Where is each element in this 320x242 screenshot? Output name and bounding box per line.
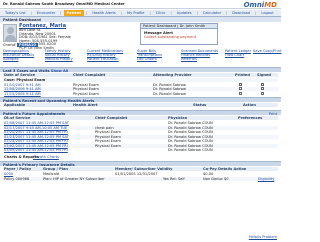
tab-patient[interactable]: Patient — [63, 10, 85, 16]
chart-number: Chart# FOMA10 — [3, 43, 38, 47]
message-alert-box: Patient Dashboard | Dr. John Smith Messa… — [140, 23, 218, 45]
main-nav: Today's List | Encounter | Patient | Hea… — [0, 10, 281, 17]
visits-title: Last 3 Cases and Visits Show All — [3, 68, 69, 73]
page-title: Patient Dashboard — [3, 17, 41, 22]
tab-encounter[interactable]: Encounter — [34, 10, 58, 16]
visits-header-row: Date of Service Chief Complaint Attendin… — [3, 73, 278, 78]
tab-clinic[interactable]: Clinic — [153, 10, 169, 16]
printed-checkbox[interactable] — [239, 82, 242, 86]
tab-my-profile[interactable]: My Profile — [124, 10, 148, 16]
signed-checkbox[interactable] — [261, 87, 264, 90]
link-referrals[interactable]: Referrals — [181, 57, 218, 61]
link-allergies[interactable]: Allergies — [3, 57, 34, 61]
printed-checkbox[interactable] — [239, 87, 242, 90]
links-col-6: Patient Ledger Flow Chart — [225, 49, 251, 57]
alerts-title: Patient's Recent and Upcoming Health Ale… — [3, 98, 95, 103]
alerts-section-header: Patient's Recent and Upcoming Health Ale… — [0, 97, 281, 103]
help-link[interactable]: Help/Is Problem — [249, 235, 277, 239]
print-link[interactable]: Print — [269, 112, 277, 116]
dashboard-header: Patient Dashboard — [0, 17, 281, 22]
omnimd-logo: OmniMD — [243, 1, 277, 9]
tab-logout[interactable]: Logout — [258, 10, 276, 16]
tab-download[interactable]: Download — [229, 10, 253, 16]
growth-charts-link[interactable]: Growth Charts — [33, 155, 59, 159]
tab-updates[interactable]: Updates — [174, 10, 195, 16]
appointments-title: Patient's Future Appointments — [3, 111, 66, 116]
link-lab-orders[interactable]: Lab Orders — [137, 57, 162, 61]
link-medical-history[interactable]: Medical History — [45, 57, 73, 61]
message-text: Collect outstanding payment — [144, 35, 197, 39]
printed-checkbox[interactable] — [239, 91, 242, 95]
quick-links: Demographics Insurance Details Allergies… — [3, 49, 282, 65]
table-row[interactable]: 03/09/2007 11:45 AM-12:05 PM FRI Dr. Ron… — [3, 148, 278, 152]
link-flow-chart[interactable]: Flow Chart — [225, 53, 251, 57]
chart-label: Chart# — [3, 43, 16, 47]
visits-section-header: Last 3 Cases and Visits Show All — [0, 67, 281, 73]
eligibility-link[interactable]: Eligibility — [258, 177, 274, 181]
signed-checkbox[interactable] — [261, 82, 264, 86]
link-save-copy-print[interactable]: Save Copy/Print — [253, 49, 282, 53]
link-patient-education[interactable]: Patient Education — [87, 57, 123, 61]
signed-checkbox[interactable] — [261, 91, 264, 95]
links-col-4: Super Bills Transcriptions Lab Orders — [137, 49, 162, 61]
appointments-header-row: Dt.of Service Chief Complaint Physician … — [3, 116, 278, 121]
tab-calculator[interactable]: Calculator — [200, 10, 224, 16]
table-row[interactable]: Policy 000986 Plan: HIP of Greater NY Su… — [3, 176, 278, 181]
title-bar: Dr. Ronald Sabrow South Broadway OmniMD … — [0, 0, 281, 9]
message-header: Patient Dashboard | Dr. John Smith — [141, 24, 217, 29]
tab-health-alerts[interactable]: Health Alerts — [89, 10, 118, 16]
insurance-section-header: Patient's Primary Insurance Details — [0, 161, 281, 167]
alerts-header-row: Applicable Health Alert Status Action — [3, 103, 278, 108]
insurance-title: Patient's Primary Insurance Details — [3, 162, 75, 167]
links-col-1: Demographics Insurance Details Allergies — [3, 49, 34, 61]
appointments-section-header: Patient's Future Appointments Print — [0, 110, 281, 116]
table-row[interactable]: 11/15/2006 9:41 AM Physical Exam Dr. Ron… — [3, 91, 278, 96]
links-col-3: Current Medications Rx/Drug History Pati… — [87, 49, 123, 61]
links-col-5: Scanned Documents Finance Records Referr… — [181, 49, 218, 61]
chart-value: FOMA10 — [17, 43, 38, 47]
links-col-7: Save Copy/Print — [253, 49, 282, 53]
tab-todays-list[interactable]: Today's List — [2, 10, 29, 16]
links-col-2: Family History Social History Medical Hi… — [45, 49, 73, 61]
show-all-link[interactable]: Show All — [51, 69, 68, 73]
patient-info: 869 Lake St. Orlando, New 20001 DOB: 8/1… — [19, 28, 71, 51]
charts-reports-row: Charts & Reports Growth Charts — [3, 155, 278, 159]
insurance-header-row: Payer / Policy Group / Plan Member/ Subs… — [3, 167, 278, 172]
window-title: Dr. Ronald Sabrow South Broadway OmniMD … — [3, 2, 125, 6]
patient-photo — [3, 24, 17, 42]
